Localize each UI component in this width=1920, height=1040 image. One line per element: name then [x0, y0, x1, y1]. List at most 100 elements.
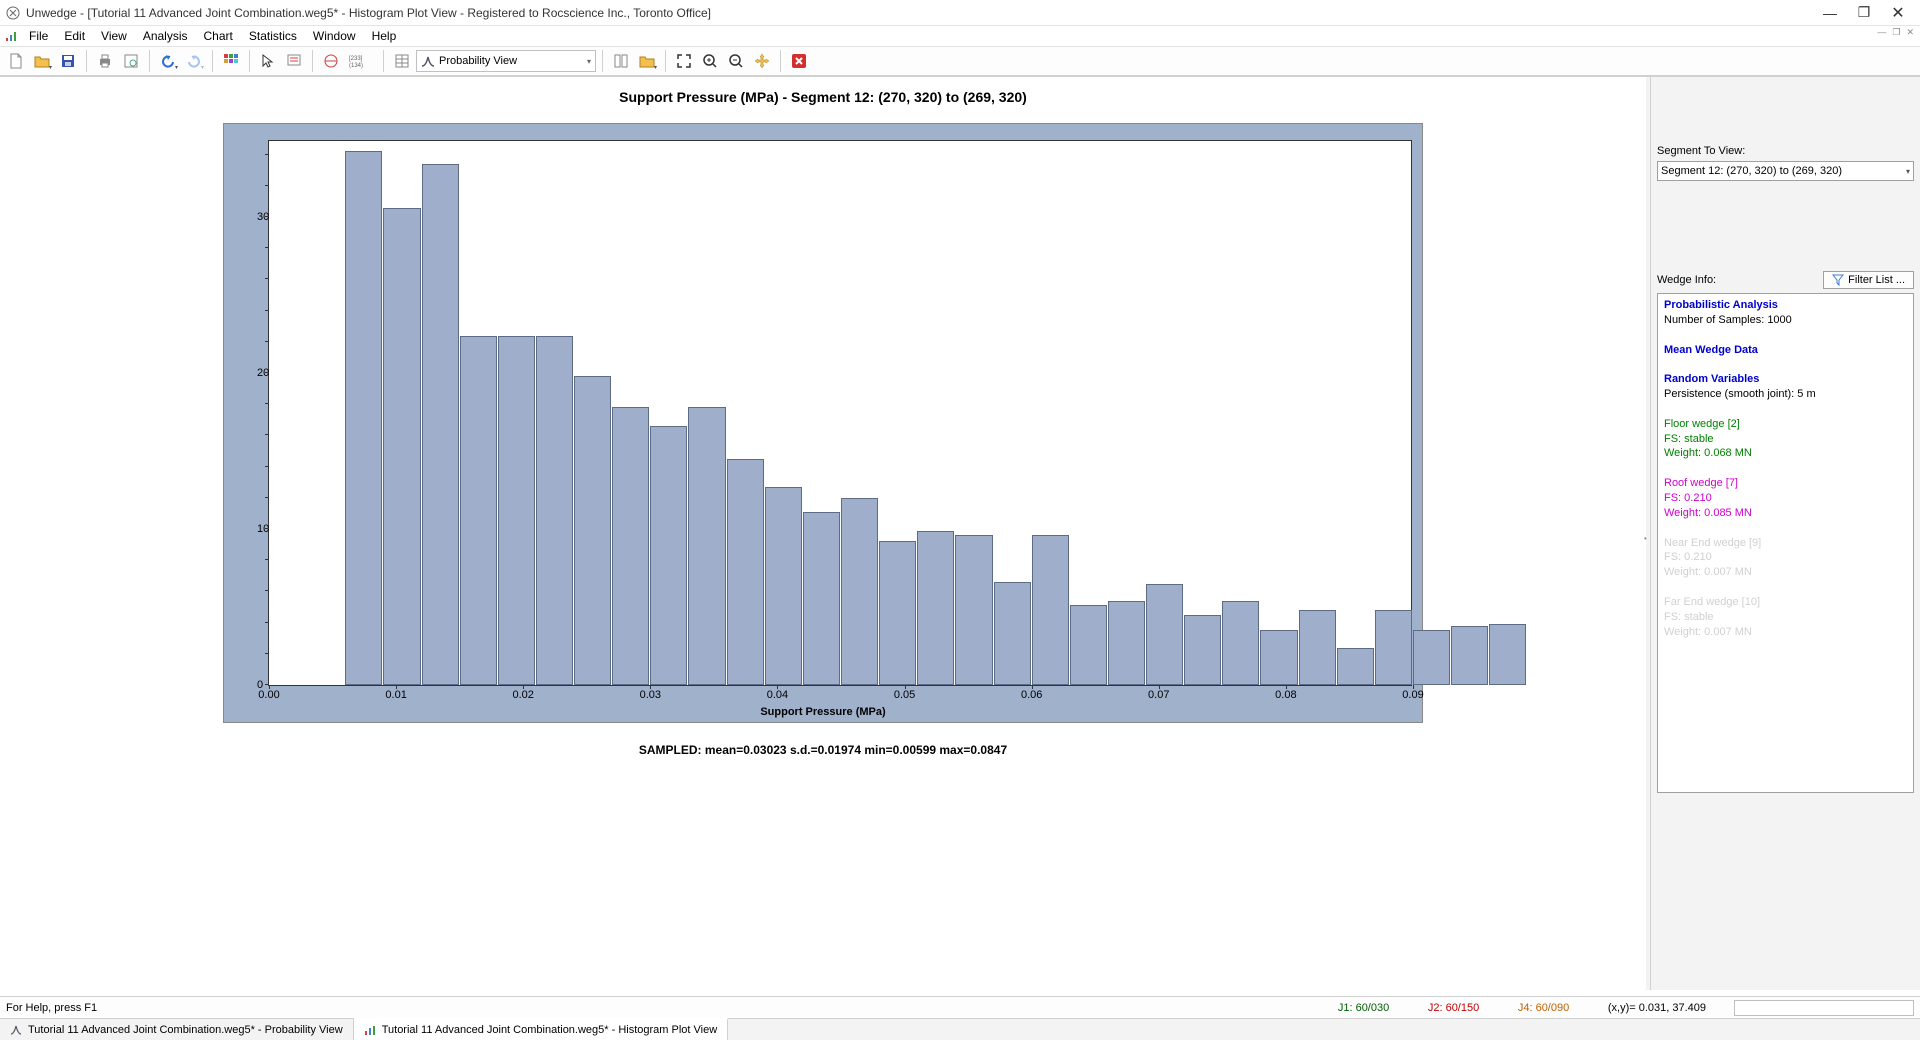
histogram-bar — [803, 512, 840, 685]
histogram-bar — [1032, 535, 1069, 685]
histogram-bar — [841, 498, 878, 685]
statusbar: For Help, press F1 J1: 60/030 J2: 60/150… — [0, 996, 1920, 1018]
wedge-info-box: Probabilistic Analysis Number of Samples… — [1657, 293, 1914, 793]
histogram-bar — [1260, 630, 1297, 685]
new-file-button[interactable] — [4, 49, 28, 73]
histogram-bar — [460, 336, 497, 685]
chart-stats: SAMPLED: mean=0.03023 s.d.=0.01974 min=0… — [639, 743, 1007, 757]
bell-curve-icon — [421, 54, 435, 68]
print-preview-button[interactable] — [119, 49, 143, 73]
svg-text:[233]: [233] — [349, 56, 363, 62]
segment-select[interactable]: Segment 12: (270, 320) to (269, 320) ▾ — [1657, 161, 1914, 181]
maximize-button[interactable]: ❐ — [1856, 5, 1872, 21]
info-mean-wedge: Mean Wedge Data — [1664, 343, 1907, 358]
close-view-button[interactable] — [787, 49, 811, 73]
tab-histogram-view[interactable]: Tutorial 11 Advanced Joint Combination.w… — [354, 1018, 728, 1040]
mdi-restore-icon[interactable]: ❐ — [1892, 27, 1900, 38]
window-title: Unwedge - [Tutorial 11 Advanced Joint Co… — [26, 6, 1814, 20]
wedge-info-label: Wedge Info: — [1657, 274, 1716, 286]
print-button[interactable] — [93, 49, 117, 73]
status-j4: J4: 60/090 — [1510, 1002, 1590, 1014]
stereonet-button[interactable] — [319, 49, 343, 73]
svg-text:(134): (134) — [349, 63, 363, 69]
tab-probability-view[interactable]: Tutorial 11 Advanced Joint Combination.w… — [0, 1019, 354, 1040]
open-file-button[interactable]: ▾ — [30, 49, 54, 73]
app-icon — [6, 6, 20, 20]
histogram-bar — [536, 336, 573, 685]
info-far-fs: FS: stable — [1664, 610, 1907, 625]
select-button[interactable] — [256, 49, 280, 73]
histogram-bar — [498, 336, 535, 685]
zoom-extents-button[interactable] — [672, 49, 696, 73]
info-floor-wedge: Floor wedge [2] — [1664, 417, 1907, 432]
chart-plot-area[interactable]: 01020300.000.010.020.030.040.050.060.070… — [268, 140, 1412, 686]
undo-button[interactable]: ▾ — [156, 49, 180, 73]
info-roof-wedge: Roof wedge [7] — [1664, 476, 1907, 491]
histogram-bar — [1413, 630, 1450, 685]
status-input[interactable] — [1734, 1000, 1914, 1016]
menu-window[interactable]: Window — [306, 27, 363, 45]
bell-curve-icon — [10, 1024, 22, 1036]
filter-list-button[interactable]: Filter List ... — [1823, 271, 1914, 289]
info-rand-vars: Random Variables — [1664, 372, 1907, 387]
histogram-bar — [1299, 610, 1336, 685]
titlebar: Unwedge - [Tutorial 11 Advanced Joint Co… — [0, 0, 1920, 26]
workspace: Support Pressure (MPa) - Segment 12: (27… — [0, 76, 1920, 990]
window-controls: — ❐ ✕ — [1814, 5, 1914, 21]
data-tips-button[interactable] — [282, 49, 306, 73]
histogram-bar — [994, 582, 1031, 685]
menu-chart[interactable]: Chart — [197, 27, 240, 45]
minimize-button[interactable]: — — [1822, 5, 1838, 21]
filter-icon — [1832, 274, 1844, 286]
view-selector[interactable]: Probability View ▾ — [416, 50, 596, 72]
pan-button[interactable] — [750, 49, 774, 73]
table-button[interactable] — [390, 49, 414, 73]
status-j2: J2: 60/150 — [1420, 1002, 1500, 1014]
info-near-weight: Weight: 0.007 MN — [1664, 565, 1907, 580]
status-j1: J1: 60/030 — [1330, 1002, 1410, 1014]
chevron-down-icon: ▾ — [587, 57, 591, 66]
chart-frame: Relative Frequency Support Pressure (MPa… — [223, 123, 1423, 723]
tile-windows-button[interactable] — [609, 49, 633, 73]
cascade-windows-button[interactable]: ▾ — [635, 49, 659, 73]
info-prob-analysis: Probabilistic Analysis — [1664, 298, 1907, 313]
zoom-out-button[interactable] — [724, 49, 748, 73]
tab-label: Tutorial 11 Advanced Joint Combination.w… — [28, 1024, 343, 1036]
status-help: For Help, press F1 — [6, 1002, 97, 1014]
info-roof-weight: Weight: 0.085 MN — [1664, 506, 1907, 521]
y-tick-label: 20 — [257, 367, 263, 379]
menu-edit[interactable]: Edit — [57, 27, 92, 45]
menu-statistics[interactable]: Statistics — [242, 27, 304, 45]
histogram-bar — [917, 531, 954, 685]
y-tick-label: 10 — [257, 523, 263, 535]
histogram-bar — [345, 151, 382, 685]
menu-analysis[interactable]: Analysis — [136, 27, 195, 45]
menu-view[interactable]: View — [94, 27, 134, 45]
side-panel: Segment To View: Segment 12: (270, 320) … — [1650, 77, 1920, 990]
histogram-bar — [879, 541, 916, 685]
view-selector-label: Probability View — [439, 55, 517, 67]
zoom-in-button[interactable] — [698, 49, 722, 73]
menu-help[interactable]: Help — [365, 27, 404, 45]
histogram-bar — [1375, 610, 1412, 685]
histogram-stats-button[interactable]: [233](134) — [345, 49, 377, 73]
histogram-bar — [383, 208, 420, 685]
histogram-bar — [422, 164, 459, 685]
plot-region: Support Pressure (MPa) - Segment 12: (27… — [0, 77, 1646, 990]
info-num-samples: Number of Samples: 1000 — [1664, 313, 1907, 328]
info-floor-fs: FS: stable — [1664, 432, 1907, 447]
histogram-bar — [1222, 601, 1259, 685]
histogram-bar — [1489, 624, 1526, 685]
histogram-bar — [650, 426, 687, 685]
close-button[interactable]: ✕ — [1890, 5, 1906, 21]
mdi-minimize-icon[interactable]: — — [1877, 27, 1886, 37]
save-button[interactable] — [56, 49, 80, 73]
histogram-icon — [364, 1024, 376, 1036]
menu-file[interactable]: File — [22, 27, 55, 45]
info-roof-fs: FS: 0.210 — [1664, 491, 1907, 506]
histogram-bar — [612, 407, 649, 685]
mdi-close-icon[interactable]: ✕ — [1906, 27, 1914, 38]
redo-button[interactable]: ▾ — [182, 49, 206, 73]
grid-view-button[interactable] — [219, 49, 243, 73]
segment-select-value: Segment 12: (270, 320) to (269, 320) — [1661, 165, 1842, 177]
